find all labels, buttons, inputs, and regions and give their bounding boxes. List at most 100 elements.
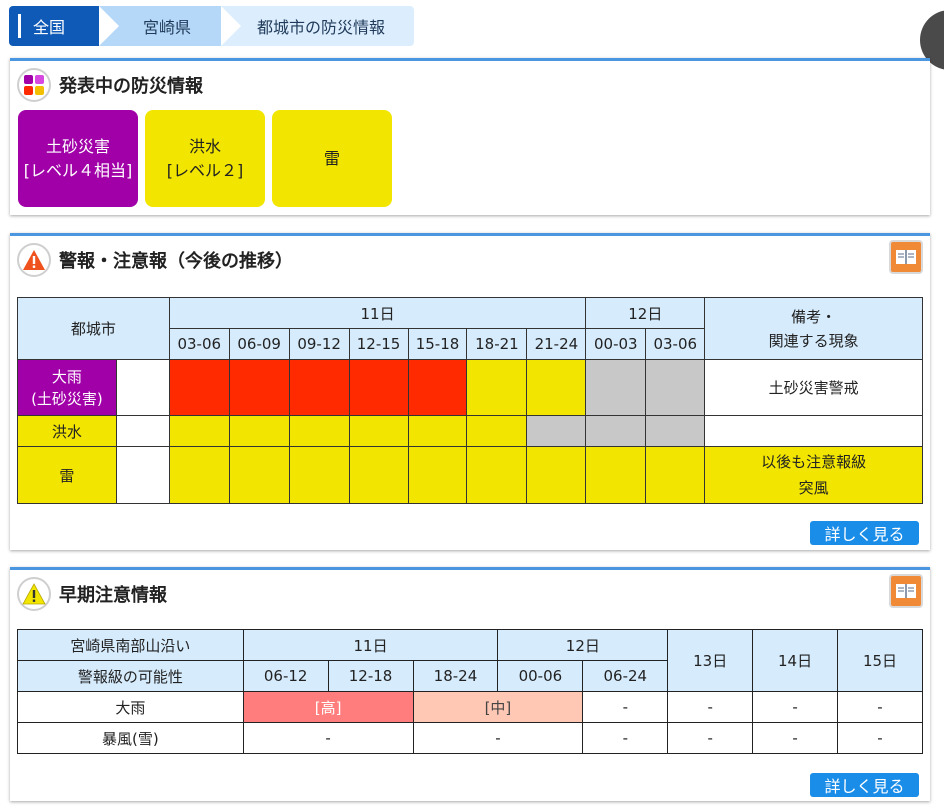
timeline-cell xyxy=(585,415,647,447)
time-header: 18-21 xyxy=(466,328,528,360)
timeline-cell xyxy=(348,415,409,447)
day-header: 11日 xyxy=(168,297,587,329)
possibility-cell: - xyxy=(582,722,669,754)
row-label-line: 大雨 xyxy=(51,367,82,386)
timeline-cell xyxy=(466,415,528,447)
card-label: 雷 xyxy=(323,148,340,168)
timeline-cell xyxy=(526,415,587,447)
card-label: 洪水 xyxy=(188,136,221,156)
remarks-cell: 土砂災害警戒 xyxy=(704,359,923,416)
card-level: [レベル４相当] xyxy=(23,160,133,180)
day-header: 13日 xyxy=(667,629,754,692)
timeline-cell xyxy=(526,446,587,504)
timeline-cell xyxy=(407,446,468,504)
timeline-cell xyxy=(168,446,230,504)
possibility-cell: - xyxy=(752,722,839,754)
timeline-cell xyxy=(466,359,528,416)
breadcrumb-home-label: 全国 xyxy=(33,18,66,37)
remarks-header-line: 関連する現象 xyxy=(768,331,859,350)
remarks-line: 突風 xyxy=(798,479,829,497)
day-header: 15日 xyxy=(837,629,923,692)
panel-header: 発表中の防災情報 xyxy=(17,67,203,103)
timeline-cell xyxy=(228,415,290,447)
timeline-cell xyxy=(348,446,409,504)
breadcrumb-separator xyxy=(99,6,119,46)
remarks-cell: 以後も注意報級 突風 xyxy=(704,446,923,504)
breadcrumb-current: 都城市の防災情報 xyxy=(221,6,414,46)
table-row: 雷 以後も注意報級 突風 xyxy=(17,446,923,504)
book-icon[interactable] xyxy=(889,240,923,274)
remarks-header: 備考・ 関連する現象 xyxy=(704,297,923,360)
timeline-cell xyxy=(645,415,706,447)
warning-icon xyxy=(17,243,51,277)
possibility-cell: - xyxy=(752,691,839,723)
row-label-thunder[interactable]: 雷 xyxy=(17,446,117,504)
time-header: 06-12 xyxy=(242,660,329,692)
time-header: 12-18 xyxy=(327,660,414,692)
time-header: 03-06 xyxy=(168,328,230,360)
time-header: 03-06 xyxy=(645,328,706,360)
panel-title: 早期注意情報 xyxy=(59,585,167,606)
day-header: 12日 xyxy=(585,297,706,329)
possibility-cell: - xyxy=(667,722,754,754)
time-header: 09-12 xyxy=(288,328,350,360)
status-card-thunder[interactable]: 雷 xyxy=(272,110,392,207)
table-row: 洪水 xyxy=(17,415,923,447)
status-card-landslide[interactable]: 土砂災害 [レベル４相当] xyxy=(18,110,138,207)
time-header: 21-24 xyxy=(526,328,587,360)
timeline-cell xyxy=(168,415,230,447)
timeline-cell xyxy=(526,359,587,416)
time-header: 15-18 xyxy=(407,328,468,360)
panel-header: 早期注意情報 xyxy=(17,576,167,612)
breadcrumb-home[interactable]: 全国 xyxy=(9,6,127,46)
remarks-line: 以後も注意報級 xyxy=(761,453,867,471)
details-button[interactable]: 詳しく見る xyxy=(810,773,919,797)
row-label-flood[interactable]: 洪水 xyxy=(17,415,117,447)
breadcrumb-current-label: 都城市の防災情報 xyxy=(257,18,386,37)
time-header: 06-09 xyxy=(228,328,290,360)
timeline-cell xyxy=(228,446,290,504)
early-warning-table: 宮崎県南部山沿い 11日 12日 13日 14日 15日 警報級の可能性 06-… xyxy=(17,629,923,754)
timeline-cell xyxy=(228,359,290,416)
timeline-cell xyxy=(348,359,409,416)
table-row: 大雨 [高] [中] - - - - xyxy=(17,691,923,723)
warnings-table: 都城市 11日 12日 備考・ 関連する現象 03-06 06-09 09-12… xyxy=(17,297,923,504)
timeline-cell xyxy=(585,446,647,504)
timeline-cell xyxy=(168,359,230,416)
table-row: 大雨 (土砂災害) 土砂災害警戒 xyxy=(17,359,923,416)
time-header: 00-03 xyxy=(585,328,647,360)
row-icon-cell xyxy=(115,359,170,416)
breadcrumb-prefecture[interactable]: 宮崎県 xyxy=(99,6,257,46)
possibility-cell: - xyxy=(667,691,754,723)
panel-title: 発表中の防災情報 xyxy=(59,76,203,97)
caution-icon xyxy=(17,577,51,611)
possibility-cell: - xyxy=(582,691,669,723)
possibility-cell-high: [高] xyxy=(242,691,414,723)
breadcrumb-prefecture-label: 宮崎県 xyxy=(143,18,192,37)
time-header: 06-24 xyxy=(582,660,669,692)
breadcrumb: 全国 宮崎県 都城市の防災情報 xyxy=(9,6,414,46)
panel-title: 警報・注意報（今後の推移） xyxy=(59,251,293,272)
panel-header: 警報・注意報（今後の推移） xyxy=(17,242,293,278)
timeline-cell xyxy=(407,415,468,447)
remarks-cell xyxy=(704,415,923,447)
timeline-cell xyxy=(645,359,706,416)
timeline-cell xyxy=(407,359,468,416)
time-header: 00-06 xyxy=(497,660,584,692)
row-label-heavy-rain[interactable]: 大雨 (土砂災害) xyxy=(17,359,117,416)
timeline-cell xyxy=(466,446,528,504)
time-header: 12-15 xyxy=(348,328,409,360)
card-label: 土砂災害 xyxy=(45,136,110,156)
row-label-line: (土砂災害) xyxy=(31,389,103,408)
possibility-cell: - xyxy=(837,691,923,723)
possibility-cell: - xyxy=(242,722,414,754)
area-header: 都城市 xyxy=(17,297,170,360)
early-warning-panel: 早期注意情報 宮崎県南部山沿い 11日 12日 13日 14日 15日 警報級の xyxy=(10,567,930,801)
timeline-cell xyxy=(585,359,647,416)
status-card-flood[interactable]: 洪水 [レベル２] xyxy=(145,110,265,207)
timeline-cell xyxy=(288,415,350,447)
details-button[interactable]: 詳しく見る xyxy=(810,521,919,545)
possibility-cell-mid: [中] xyxy=(412,691,584,723)
book-icon[interactable] xyxy=(889,574,923,608)
row-icon-cell xyxy=(115,415,170,447)
